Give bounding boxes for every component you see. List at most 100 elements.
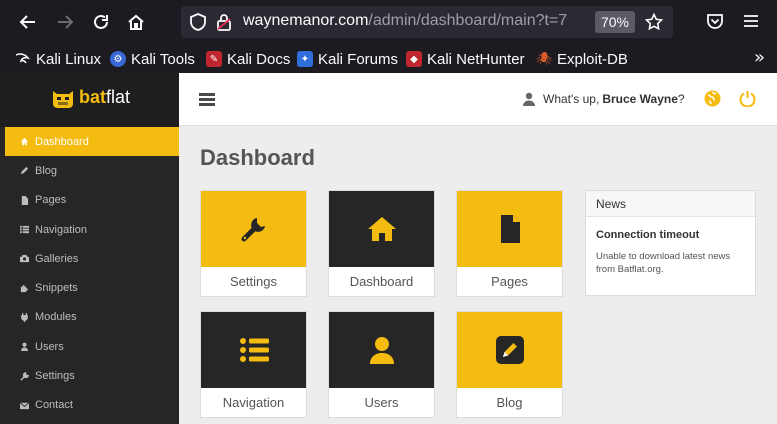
app-menu-icon[interactable]: [742, 12, 760, 30]
bookmark-label: Exploit-DB: [557, 50, 628, 68]
user-icon: [19, 342, 29, 352]
url-bar[interactable]: waynemanor.com/admin/dashboard/main?t=7 …: [181, 6, 673, 38]
sidebar-item-users[interactable]: Users: [5, 332, 179, 361]
plug-icon: [19, 312, 29, 322]
sidebar-item-blog[interactable]: Blog: [5, 156, 179, 185]
tile-label: Dashboard: [349, 274, 414, 289]
globe-icon[interactable]: [704, 90, 721, 107]
url-text: waynemanor.com/admin/dashboard/main?t=7: [243, 12, 603, 30]
bookmark-kali-nethunter[interactable]: ◆ Kali NetHunter: [406, 49, 525, 69]
tile-blog[interactable]: Blog: [456, 311, 563, 418]
bookmarks-toolbar: Kali Linux ⚙ Kali Tools ✎ Kali Docs ✦ Ka…: [0, 44, 777, 73]
wrench-icon: [19, 371, 29, 381]
bookmark-label: Kali NetHunter: [427, 50, 525, 68]
list-icon: [239, 338, 269, 362]
sidebar-item-pages[interactable]: Pages: [5, 186, 179, 215]
sidebar-item-label: Snippets: [35, 282, 78, 295]
shield-icon[interactable]: [189, 13, 207, 31]
sidebar-item-modules[interactable]: Modules: [5, 303, 179, 332]
file-icon: [19, 195, 29, 205]
sidebar-item-label: Modules: [35, 311, 77, 324]
tile-users[interactable]: Users: [328, 311, 435, 418]
home-button[interactable]: [120, 6, 152, 38]
kali-forums-icon: ✦: [297, 51, 313, 67]
forward-button[interactable]: [49, 6, 81, 38]
kali-nethunter-icon: ◆: [406, 51, 422, 67]
sidebar-item-galleries[interactable]: Galleries: [5, 244, 179, 273]
tile-label: Users: [364, 395, 399, 410]
news-title: Connection timeout: [596, 229, 700, 241]
sidebar-nav: Dashboard Blog Pages Navigation Gallerie…: [5, 127, 179, 420]
sidebar-item-label: Users: [35, 340, 64, 353]
bookmark-kali-tools[interactable]: ⚙ Kali Tools: [110, 49, 195, 69]
arrow-left-icon: [19, 15, 35, 29]
kali-docs-icon: ✎: [206, 51, 222, 67]
sidebar-item-settings[interactable]: Settings: [5, 361, 179, 390]
user-name: Bruce Wayne: [602, 92, 678, 106]
bookmarks-overflow-icon[interactable]: »: [754, 49, 765, 67]
sidebar-item-label: Galleries: [35, 252, 79, 265]
bookmark-label: Kali Docs: [227, 50, 291, 68]
bookmark-label: Kali Tools: [131, 50, 195, 68]
zoom-level-badge[interactable]: 70%: [595, 11, 635, 33]
pocket-icon[interactable]: [706, 12, 724, 30]
home-icon: [19, 137, 29, 147]
user-icon: [523, 92, 535, 106]
sidebar-item-label: Dashboard: [35, 135, 89, 148]
sidebar-item-navigation[interactable]: Navigation: [5, 215, 179, 244]
tile-label: Pages: [491, 274, 528, 289]
wrench-icon: [241, 218, 265, 242]
tile-dashboard[interactable]: Dashboard: [328, 190, 435, 297]
news-panel: News Connection timeout Unable to downlo…: [585, 190, 756, 296]
sidebar-item-label: Contact: [35, 399, 73, 412]
bookmark-label: Kali Linux: [36, 50, 102, 68]
bookmark-kali-linux[interactable]: Kali Linux: [15, 49, 101, 69]
kali-dragon-icon: [15, 51, 31, 67]
sidebar-item-contact[interactable]: Contact: [5, 391, 179, 420]
user-icon: [369, 337, 394, 364]
sidebar-item-dashboard[interactable]: Dashboard: [5, 127, 179, 157]
home-icon: [367, 217, 396, 241]
news-body: Unable to download latest news from Batf…: [596, 251, 731, 275]
sidebar-item-label: Pages: [35, 194, 67, 207]
bookmark-exploit-db[interactable]: 🕷 Exploit-DB: [536, 49, 628, 69]
top-bar: What's up, Bruce Wayne?: [179, 73, 777, 126]
envelope-icon: [19, 400, 29, 410]
bookmark-kali-docs[interactable]: ✎ Kali Docs: [206, 49, 290, 69]
camera-icon: [19, 254, 29, 264]
brand-name: batflat: [79, 87, 131, 107]
page-viewport: batflat Dashboard Blog Pages Navigation …: [0, 73, 777, 424]
user-greeting[interactable]: What's up, Bruce Wayne?: [523, 92, 685, 106]
edit-icon: [495, 336, 524, 364]
bookmark-star-icon[interactable]: [645, 13, 663, 31]
power-icon[interactable]: [739, 90, 756, 107]
tile-label: Navigation: [222, 395, 285, 410]
brand[interactable]: batflat: [0, 73, 179, 127]
bat-logo-icon: [53, 91, 73, 108]
greeting-text: What's up,: [543, 92, 600, 106]
tile-label: Blog: [496, 395, 523, 410]
exploit-db-icon: 🕷: [535, 51, 553, 66]
tile-settings[interactable]: Settings: [200, 190, 307, 297]
home-icon: [128, 14, 144, 30]
sidebar-item-label: Settings: [35, 370, 75, 383]
sidebar-item-label: Blog: [35, 164, 58, 177]
list-icon: [19, 225, 29, 235]
greeting-suffix: ?: [677, 92, 685, 106]
kali-tools-icon: ⚙: [110, 51, 126, 67]
reload-button[interactable]: [85, 6, 117, 38]
back-button[interactable]: [12, 6, 44, 38]
tile-pages[interactable]: Pages: [456, 190, 563, 297]
url-path: /admin/dashboard/main?t=7: [368, 12, 568, 29]
tile-label: Settings: [230, 274, 277, 289]
tile-navigation[interactable]: Navigation: [200, 311, 307, 418]
arrow-right-icon: [58, 15, 74, 29]
pencil-icon: [19, 166, 29, 176]
sidebar: batflat Dashboard Blog Pages Navigation …: [0, 73, 179, 424]
lock-icon[interactable]: [216, 13, 232, 31]
bookmark-kali-forums[interactable]: ✦ Kali Forums: [297, 49, 398, 69]
news-header: News: [586, 191, 755, 217]
sidebar-item-snippets[interactable]: Snippets: [5, 273, 179, 302]
sidebar-toggle-icon[interactable]: [199, 93, 215, 106]
puzzle-icon: [19, 283, 29, 293]
